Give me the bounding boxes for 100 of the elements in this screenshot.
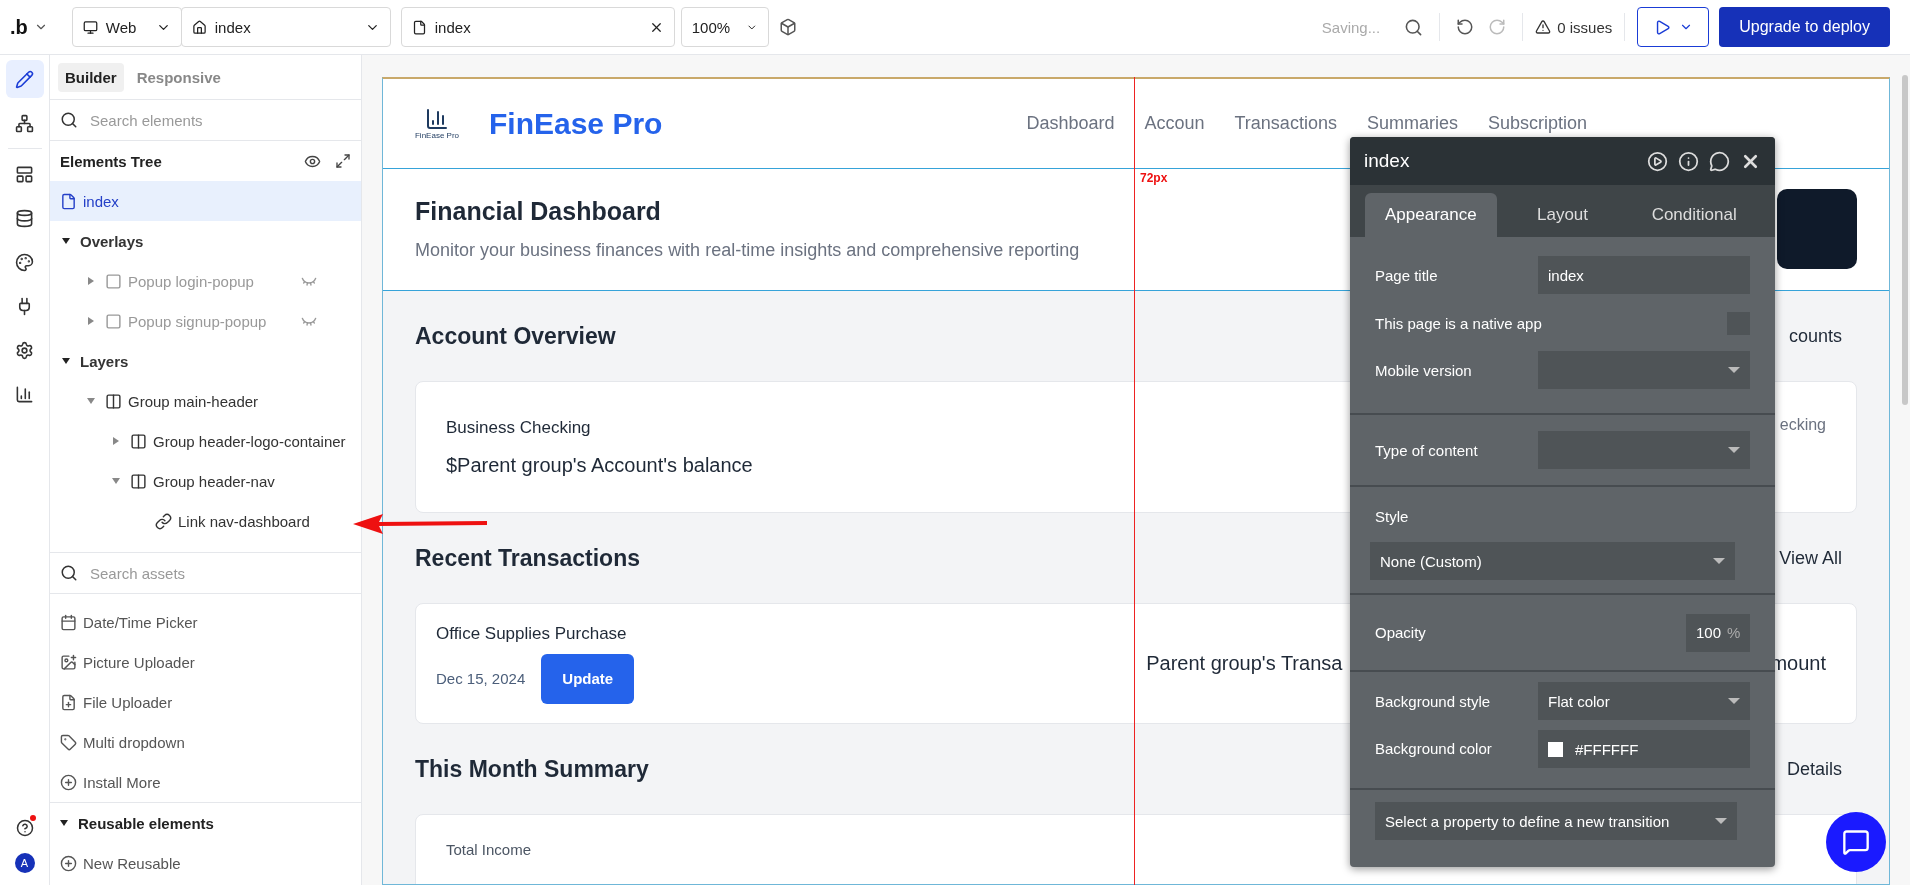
- section-link[interactable]: Details: [1786, 758, 1842, 780]
- tree-item[interactable]: index: [50, 181, 361, 221]
- link-icon: [155, 512, 172, 530]
- section-title: This Month Summary: [415, 755, 649, 783]
- preview-button[interactable]: [1637, 7, 1710, 47]
- scrollbar-thumb[interactable]: [1902, 75, 1908, 405]
- expand-icon[interactable]: [335, 153, 351, 169]
- tree-item-label: Popup signup-popup: [128, 312, 267, 330]
- plus-circle-icon: [60, 854, 77, 872]
- dropdown[interactable]: Flat color: [1538, 682, 1750, 720]
- asset-item[interactable]: Install More: [50, 762, 361, 802]
- page-title-field[interactable]: index: [1538, 256, 1750, 294]
- tree-item-label: Overlays: [80, 232, 144, 250]
- search-icon: [60, 564, 78, 582]
- sidebar-tab[interactable]: Responsive: [129, 62, 228, 92]
- sidebar-tab[interactable]: Builder: [58, 62, 124, 92]
- section-title: Recent Transactions: [415, 544, 640, 572]
- transaction-category: Parent group's Transa: [1146, 652, 1343, 675]
- issues-count[interactable]: 0 issues: [1557, 18, 1613, 36]
- tag-icon: [60, 733, 77, 751]
- page-dropdown[interactable]: index: [180, 7, 391, 47]
- field-label: Background color: [1375, 740, 1492, 757]
- warning-icon: [1535, 19, 1552, 35]
- help-icon: [15, 819, 34, 837]
- asset-item[interactable]: Multi dropdown: [50, 722, 361, 762]
- spacing-label: 72px: [1140, 171, 1168, 185]
- panel-title: index: [1364, 150, 1411, 172]
- section-link[interactable]: View All: [1779, 547, 1842, 569]
- tab-title-field[interactable]: index: [400, 7, 675, 47]
- tree-item-label: Popup login-popup: [128, 272, 254, 290]
- tree-item[interactable]: Group header-logo-container: [50, 421, 361, 461]
- dropdown[interactable]: None (Custom): [1370, 542, 1735, 580]
- page-icon: [411, 19, 427, 35]
- asset-item[interactable]: Date/Time Picker: [50, 602, 361, 642]
- tree-item[interactable]: Group main-header: [50, 381, 361, 421]
- field-label: Style: [1375, 508, 1409, 525]
- calendar-icon: [60, 613, 77, 631]
- popup-icon: [105, 272, 122, 290]
- tree-item-label: Group main-header: [128, 392, 259, 410]
- field-label: Type of content: [1375, 441, 1478, 459]
- play-icon[interactable]: [1647, 150, 1668, 172]
- field-label: This page is a native app: [1375, 314, 1542, 332]
- field-label: Background style: [1375, 692, 1491, 710]
- tree-item[interactable]: Group header-nav: [50, 461, 361, 501]
- asset-item[interactable]: File Uploader: [50, 682, 361, 722]
- panel-tab[interactable]: Conditional: [1628, 193, 1760, 237]
- caret-icon[interactable]: [62, 358, 70, 364]
- transaction-name: Office Supplies Purchase: [436, 623, 628, 644]
- pencil-icon[interactable]: [5, 60, 44, 98]
- tree-item[interactable]: Layers: [50, 341, 361, 381]
- brand-name: FinEase Pro: [489, 106, 663, 141]
- reusable-section-header[interactable]: Reusable elements: [50, 803, 361, 843]
- color-field[interactable]: #FFFFFF: [1538, 730, 1750, 768]
- zoom-dropdown[interactable]: 100%: [680, 7, 769, 47]
- tree-item[interactable]: Overlays: [50, 221, 361, 261]
- file-plus-icon: [60, 693, 77, 711]
- user-avatar[interactable]: A: [14, 853, 35, 873]
- search-assets-field[interactable]: Search assets: [88, 563, 351, 583]
- home-icon: [191, 19, 207, 35]
- monitor-icon: [82, 19, 98, 35]
- comment-icon[interactable]: [1709, 150, 1730, 172]
- summary-label: Total Income: [446, 841, 532, 858]
- opacity-field[interactable]: 100 %: [1686, 613, 1750, 652]
- nav-link[interactable]: Transactions: [1234, 113, 1337, 134]
- section-link[interactable]: counts: [1788, 325, 1842, 347]
- asset-item[interactable]: Picture Uploader: [50, 642, 361, 682]
- dropdown[interactable]: Select a property to define a new transition: [1375, 802, 1737, 840]
- elements-tree-title: Elements Tree: [60, 152, 163, 170]
- columns-icon: [130, 432, 147, 450]
- transaction-date: Dec 15, 2024: [436, 670, 526, 687]
- nav-link[interactable]: Dashboard: [1026, 113, 1115, 134]
- upgrade-button[interactable]: Upgrade to deploy: [1719, 7, 1890, 47]
- app-logo[interactable]: .b: [10, 15, 28, 39]
- image-plus-icon: [60, 653, 77, 671]
- dashboard-subtitle: Monitor your business finances with real-time insights and comprehensive reporting: [415, 240, 1080, 261]
- popup-icon: [105, 312, 122, 330]
- nav-link[interactable]: Accoun: [1144, 113, 1205, 134]
- tree-item-label: index: [83, 192, 119, 210]
- field-label: Mobile version: [1375, 361, 1472, 379]
- nav-link[interactable]: Summaries: [1366, 113, 1458, 134]
- plus-circle-icon: [60, 773, 77, 791]
- tree-item-label: Group header-logo-container: [153, 432, 346, 450]
- tree-item-label: Group header-nav: [153, 472, 275, 490]
- update-button[interactable]: Update: [541, 653, 635, 704]
- section-title: Account Overview: [415, 322, 616, 350]
- panel-tab[interactable]: Layout: [1496, 193, 1629, 237]
- saving-status: Saving...: [1321, 18, 1381, 36]
- page-icon: [60, 192, 77, 210]
- info-icon[interactable]: [1678, 150, 1699, 172]
- caret-icon[interactable]: [60, 820, 68, 826]
- search-icon: [60, 111, 78, 129]
- panel-tab[interactable]: Appearance: [1365, 193, 1497, 237]
- nav-link[interactable]: Subscription: [1487, 113, 1587, 134]
- tree-item[interactable]: Link nav-dashboard: [50, 501, 361, 541]
- account-balance: $Parent group's Account's balance: [446, 453, 753, 477]
- account-name: Business Checking: [446, 417, 592, 438]
- search-elements-field[interactable]: Search elements: [88, 110, 351, 130]
- caret-icon[interactable]: [62, 238, 70, 244]
- tree-item-label: Link nav-dashboard: [178, 512, 310, 530]
- new-reusable-item[interactable]: New Reusable: [50, 843, 361, 883]
